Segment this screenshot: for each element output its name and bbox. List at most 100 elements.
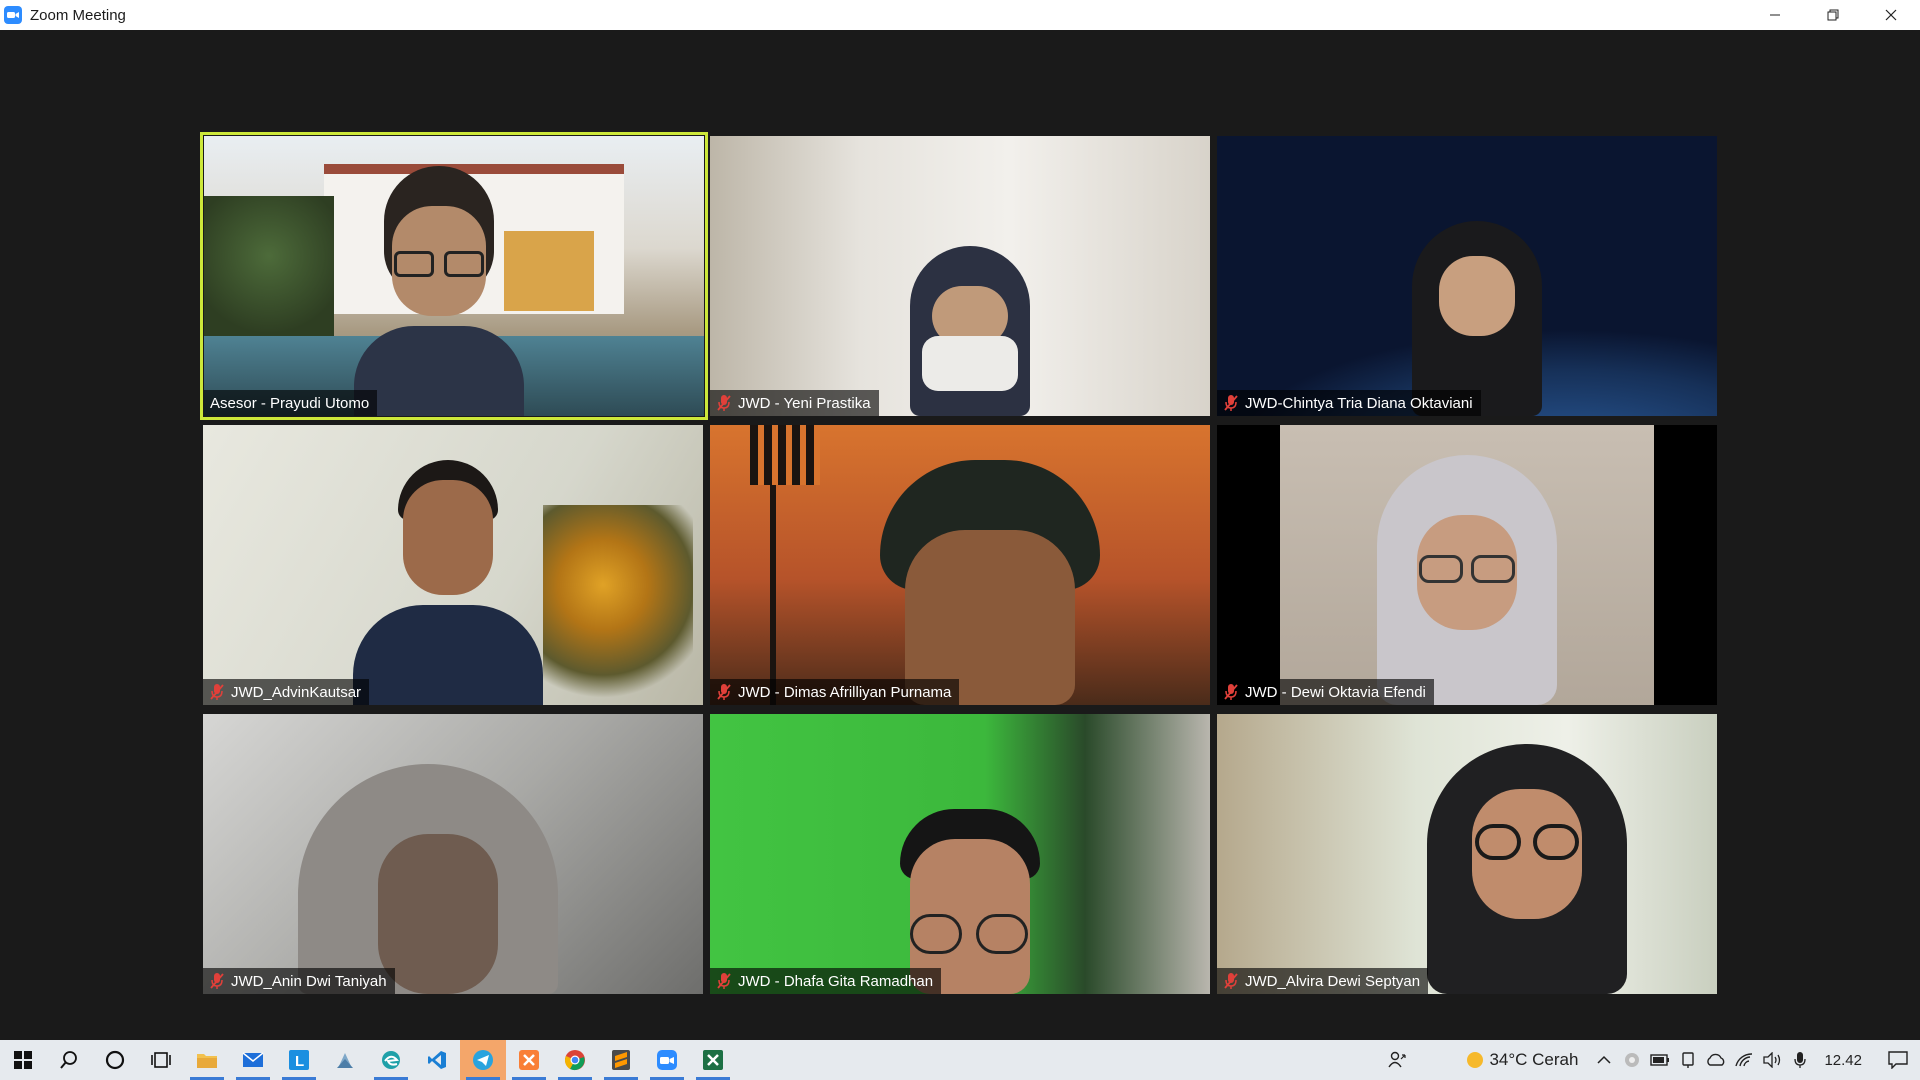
participant-name: JWD - Yeni Prastika (738, 394, 871, 412)
taskbar-file-explorer[interactable] (184, 1040, 230, 1080)
excel-icon (703, 1050, 723, 1070)
telegram-icon (473, 1050, 493, 1070)
participant-name-tag: JWD - Dewi Oktavia Efendi (1217, 679, 1434, 705)
volume-button[interactable] (1758, 1040, 1786, 1080)
system-tray: 34°C Cerah 12.42 (1383, 1040, 1920, 1080)
show-hidden-icons-button[interactable] (1590, 1040, 1618, 1080)
start-icon (14, 1051, 32, 1069)
people-icon (1388, 1051, 1407, 1068)
window-title: Zoom Meeting (30, 6, 126, 24)
muted-microphone-icon (717, 395, 731, 411)
minimize-button[interactable] (1746, 0, 1804, 30)
zoom-app-icon (4, 6, 22, 24)
wifi-button[interactable] (1730, 1040, 1758, 1080)
weather-text[interactable]: 34°C Cerah (1489, 1050, 1578, 1070)
weather-button[interactable] (1461, 1040, 1489, 1080)
cloud-icon (1707, 1053, 1725, 1066)
muted-microphone-icon (717, 684, 731, 700)
device-icon (1682, 1052, 1695, 1068)
task-view-icon (151, 1052, 171, 1068)
device-button[interactable] (1674, 1040, 1702, 1080)
participant-name-tag: JWD_Anin Dwi Taniyah (203, 968, 395, 994)
participant-name-tag: JWD - Yeni Prastika (710, 390, 879, 416)
taskbar-sublime[interactable] (598, 1040, 644, 1080)
onedrive-button[interactable] (1702, 1040, 1730, 1080)
participant-name: JWD - Dimas Afrilliyan Purnama (738, 683, 952, 701)
chrome-icon (565, 1050, 585, 1071)
video-tile[interactable]: JWD - Dhafa Gita Ramadhan (710, 714, 1210, 994)
participant-video (890, 809, 1050, 994)
svg-text:L: L (295, 1053, 304, 1070)
muted-microphone-icon (1224, 684, 1238, 700)
taskbar: L 34°C Cerah 12.42 (0, 1040, 1920, 1080)
cortana-button[interactable] (92, 1040, 138, 1080)
video-tile[interactable]: Asesor - Prayudi Utomo (200, 132, 708, 420)
muted-microphone-icon (210, 684, 224, 700)
wifi-icon (1735, 1053, 1753, 1067)
mail-icon (242, 1052, 264, 1067)
edge-icon (382, 1051, 400, 1069)
participant-name-tag: JWD_Alvira Dewi Septyan (1217, 968, 1429, 994)
close-button[interactable] (1862, 0, 1920, 30)
notifications-button[interactable] (1876, 1040, 1920, 1080)
close-icon (1885, 9, 1897, 21)
participant-video (900, 246, 1040, 416)
battery-icon (1650, 1054, 1670, 1066)
video-tile[interactable]: JWD - Dewi Oktavia Efendi (1217, 425, 1717, 705)
video-tile[interactable]: JWD-Chintya Tria Diana Oktaviani (1217, 136, 1717, 416)
restore-icon (1827, 9, 1839, 21)
start-button[interactable] (0, 1040, 46, 1080)
app-l-icon: L (289, 1050, 309, 1070)
taskbar-vscode[interactable] (414, 1040, 460, 1080)
battery-button[interactable] (1646, 1040, 1674, 1080)
search-icon (60, 1051, 77, 1069)
taskbar-app-stack[interactable] (322, 1040, 368, 1080)
participant-video (1427, 744, 1627, 994)
muted-microphone-icon (210, 973, 224, 989)
participant-name-tag: JWD - Dhafa Gita Ramadhan (710, 968, 942, 994)
muted-microphone-icon (1224, 973, 1238, 989)
title-bar: Zoom Meeting (0, 0, 1920, 30)
taskbar-app-l[interactable]: L (276, 1040, 322, 1080)
participant-name: JWD - Dhafa Gita Ramadhan (738, 972, 934, 990)
participant-name: JWD_Alvira Dewi Septyan (1245, 972, 1421, 990)
participant-name: JWD_AdvinKautsar (231, 683, 362, 701)
tray-app-button[interactable] (1618, 1040, 1646, 1080)
cortana-icon (105, 1050, 125, 1070)
participant-name-tag: Asesor - Prayudi Utomo (204, 390, 378, 416)
restore-button[interactable] (1804, 0, 1862, 30)
participant-video (353, 460, 543, 705)
participant-name: JWD-Chintya Tria Diana Oktaviani (1245, 394, 1473, 412)
taskbar-excel[interactable] (690, 1040, 736, 1080)
taskbar-chrome[interactable] (552, 1040, 598, 1080)
muted-microphone-icon (717, 973, 731, 989)
sublime-icon (612, 1050, 630, 1070)
participant-name: JWD_Anin Dwi Taniyah (231, 972, 387, 990)
clock[interactable]: 12.42 (1824, 1052, 1862, 1069)
task-view-button[interactable] (138, 1040, 184, 1080)
video-tile[interactable]: JWD_Alvira Dewi Septyan (1217, 714, 1717, 994)
meeting-area: Asesor - Prayudi Utomo JWD - Yeni Prasti… (0, 30, 1920, 1040)
vscode-icon (428, 1051, 446, 1069)
file-explorer-icon (197, 1054, 217, 1068)
taskbar-mail[interactable] (230, 1040, 276, 1080)
chrome-tray-icon (1625, 1053, 1640, 1067)
muted-microphone-icon (1224, 395, 1238, 411)
taskbar-zoom[interactable] (644, 1040, 690, 1080)
weather-sun-icon (1467, 1052, 1484, 1068)
video-tile[interactable]: JWD_Anin Dwi Taniyah (203, 714, 703, 994)
microphone-in-use-button[interactable] (1786, 1040, 1814, 1080)
participant-video (1367, 455, 1567, 705)
taskbar-edge[interactable] (368, 1040, 414, 1080)
video-tile[interactable]: JWD_AdvinKautsar (203, 425, 703, 705)
people-button[interactable] (1383, 1040, 1411, 1080)
search-button[interactable] (46, 1040, 92, 1080)
participant-name-tag: JWD - Dimas Afrilliyan Purnama (710, 679, 960, 705)
video-tile[interactable]: JWD - Yeni Prastika (710, 136, 1210, 416)
taskbar-telegram[interactable] (460, 1040, 506, 1080)
taskbar-xampp[interactable] (506, 1040, 552, 1080)
microphone-icon (1794, 1052, 1807, 1068)
video-tile[interactable]: JWD - Dimas Afrilliyan Purnama (710, 425, 1210, 705)
volume-icon (1763, 1052, 1781, 1068)
participant-name-tag: JWD_AdvinKautsar (203, 679, 370, 705)
